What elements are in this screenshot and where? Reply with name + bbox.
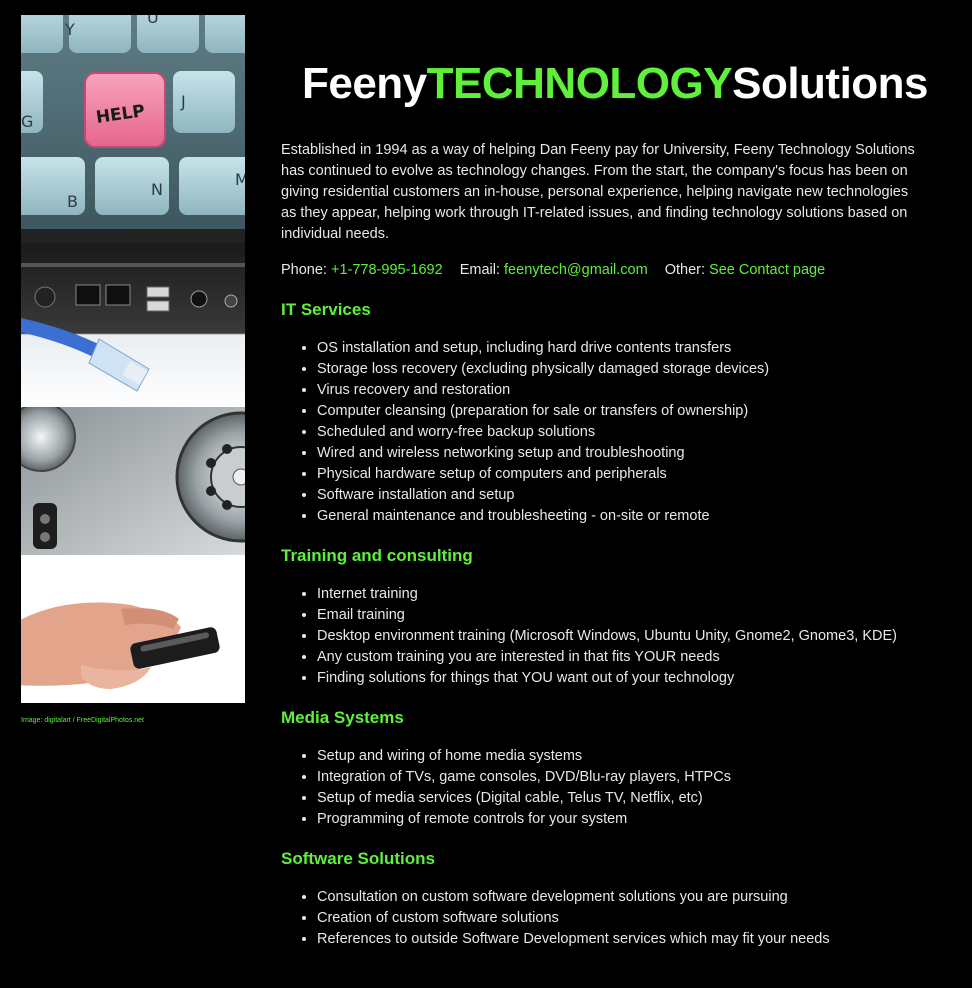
list-item: Scheduled and worry-free backup solution… (317, 422, 931, 443)
list-item: Consultation on custom software developm… (317, 887, 931, 908)
list-item: Software installation and setup (317, 485, 931, 506)
list-item: General maintenance and troublesheeting … (317, 506, 931, 527)
remote-control-photo (21, 555, 245, 703)
site-title: FeenyTECHNOLOGYSolutions (281, 56, 931, 112)
it-services-list: OS installation and setup, including har… (281, 338, 931, 527)
list-item: Email training (317, 605, 931, 626)
title-feeny: Feeny (301, 59, 427, 108)
section-title-media-systems: Media Systems (281, 708, 404, 727)
list-item: Creation of custom software solutions (317, 908, 931, 929)
hard-drive-photo (21, 407, 245, 555)
list-item: Finding solutions for things that YOU wa… (317, 668, 931, 689)
sidebar: Y U G J B N M HELP Image: digitalart / F… (21, 15, 245, 724)
phone-link[interactable]: +1-778-995-1692 (331, 262, 443, 278)
list-item: Physical hardware setup of computers and… (317, 464, 931, 485)
key-j-label: J (180, 92, 186, 111)
contact-line: Phone: +1-778-995-1692 Email: feenytech@… (281, 260, 931, 281)
intro-paragraph: Established in 1994 as a way of helping … (281, 142, 915, 242)
title-solutions: Solutions (732, 59, 929, 108)
key-n-label: N (151, 180, 163, 199)
training-list: Internet training Email training Desktop… (281, 584, 931, 689)
media-systems-list: Setup and wiring of home media systems I… (281, 746, 931, 830)
list-item: Programming of remote controls for your … (317, 809, 931, 830)
email-label: Email: (459, 262, 500, 278)
list-item: Setup of media services (Digital cable, … (317, 788, 931, 809)
list-item: Integration of TVs, game consoles, DVD/B… (317, 767, 931, 788)
key-u-label: U (147, 15, 159, 27)
main-content: FeenyTECHNOLOGYSolutions Established in … (281, 56, 931, 968)
keyboard-help-photo: Y U G J B N M HELP (21, 15, 245, 243)
list-item: Virus recovery and restoration (317, 380, 931, 401)
network-cable-photo (21, 243, 245, 407)
section-title-it-services: IT Services (281, 300, 371, 319)
contact-page-link[interactable]: See Contact page (709, 262, 825, 278)
list-item: Wired and wireless networking setup and … (317, 443, 931, 464)
key-y-label: Y (64, 20, 75, 39)
list-item: Internet training (317, 584, 931, 605)
software-solutions-list: Consultation on custom software developm… (281, 887, 931, 950)
email-link[interactable]: feenytech@gmail.com (504, 262, 648, 278)
list-item: Computer cleansing (preparation for sale… (317, 401, 931, 422)
title-technology: TECHNOLOGY (426, 59, 733, 108)
key-g-label: G (21, 112, 33, 131)
phone-label: Phone: (281, 262, 327, 278)
list-item: Desktop environment training (Microsoft … (317, 626, 931, 647)
other-label: Other: (664, 262, 706, 278)
list-item: OS installation and setup, including har… (317, 338, 931, 359)
key-b-label: B (67, 192, 78, 211)
key-m-label: M (235, 170, 245, 189)
list-item: Setup and wiring of home media systems (317, 746, 931, 767)
section-title-software-solutions: Software Solutions (281, 849, 435, 868)
section-title-training: Training and consulting (281, 546, 473, 565)
image-credit: Image: digitalart / FreeDigitalPhotos.ne… (21, 717, 144, 724)
page: Y U G J B N M HELP Image: digitalart / F… (0, 0, 972, 988)
list-item: Any custom training you are interested i… (317, 647, 931, 668)
list-item: Storage loss recovery (excluding physica… (317, 359, 931, 380)
list-item: References to outside Software Developme… (317, 929, 931, 950)
